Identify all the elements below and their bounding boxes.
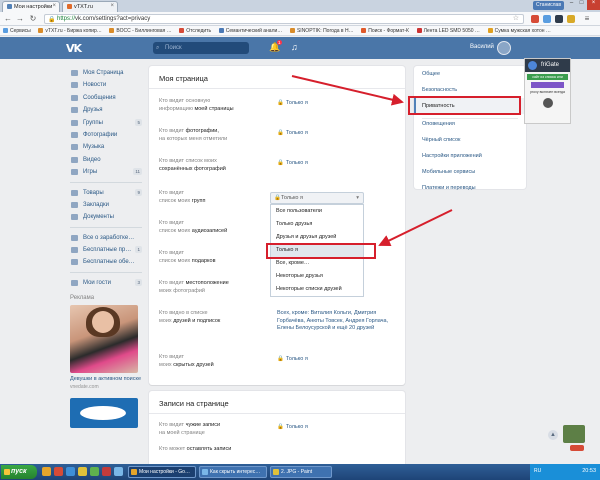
clock[interactable]: 20:53 [582,468,596,474]
quicklaunch-icon[interactable] [42,467,51,476]
quicklaunch-icon[interactable] [102,467,111,476]
quicklaunch-icon[interactable] [114,467,123,476]
quicklaunch-icon[interactable] [66,467,75,476]
annotation-arrows [291,75,453,247]
quicklaunch-icon[interactable] [78,467,87,476]
windows-taskbar: пуск Мои настройки - Go… Как скрыть инте… [0,464,600,480]
task-label: Мои настройки - Go… [139,469,190,475]
windows-logo-icon [4,469,10,475]
taskbar-task-paint[interactable]: 2. JPG - Paint [270,466,332,478]
system-tray: RU 20:53 [530,464,600,480]
start-label: пуск [11,468,27,475]
start-button[interactable]: пуск [1,465,37,479]
taskbar-task-chrome[interactable]: Мои настройки - Go… [128,466,196,478]
folder-icon [202,469,208,475]
language-indicator[interactable]: RU [534,468,541,474]
chrome-icon [131,469,137,475]
task-label: 2. JPG - Paint [281,469,313,475]
arrow-to-only-me [378,209,453,247]
paint-icon [273,469,279,475]
quicklaunch-icon[interactable] [90,467,99,476]
arrow-to-privacy [291,75,404,106]
task-label: Как скрыть интерес… [210,469,261,475]
quicklaunch-icon[interactable] [54,467,63,476]
taskbar-task-explorer[interactable]: Как скрыть интерес… [199,466,267,478]
